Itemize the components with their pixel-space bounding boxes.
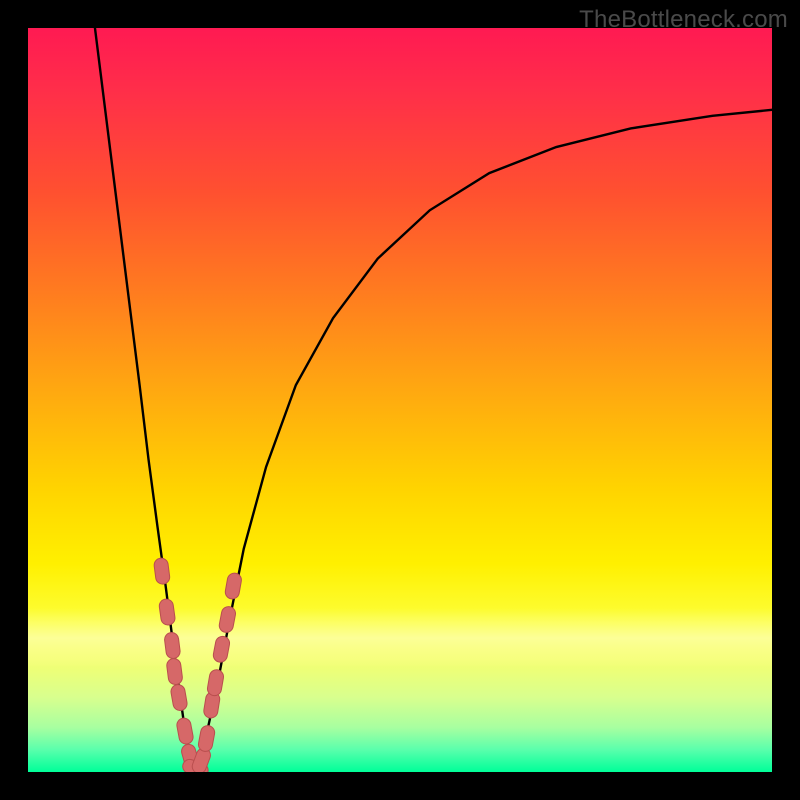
valley-marker bbox=[158, 598, 175, 626]
valley-marker bbox=[212, 635, 231, 663]
curve-right-branch bbox=[195, 110, 772, 772]
valley-marker bbox=[164, 632, 181, 660]
valley-marker bbox=[170, 684, 188, 712]
valley-marker bbox=[218, 605, 237, 633]
chart-frame: TheBottleneck.com bbox=[0, 0, 800, 800]
valley-marker bbox=[206, 669, 224, 697]
valley-marker bbox=[166, 658, 183, 686]
plot-area bbox=[28, 28, 772, 772]
watermark-text: TheBottleneck.com bbox=[579, 6, 788, 34]
curve-left-branch bbox=[95, 28, 195, 772]
valley-marker bbox=[224, 572, 242, 600]
valley-marker bbox=[197, 724, 216, 752]
chart-svg bbox=[28, 28, 772, 772]
valley-marker bbox=[176, 717, 195, 745]
valley-marker bbox=[153, 557, 170, 585]
